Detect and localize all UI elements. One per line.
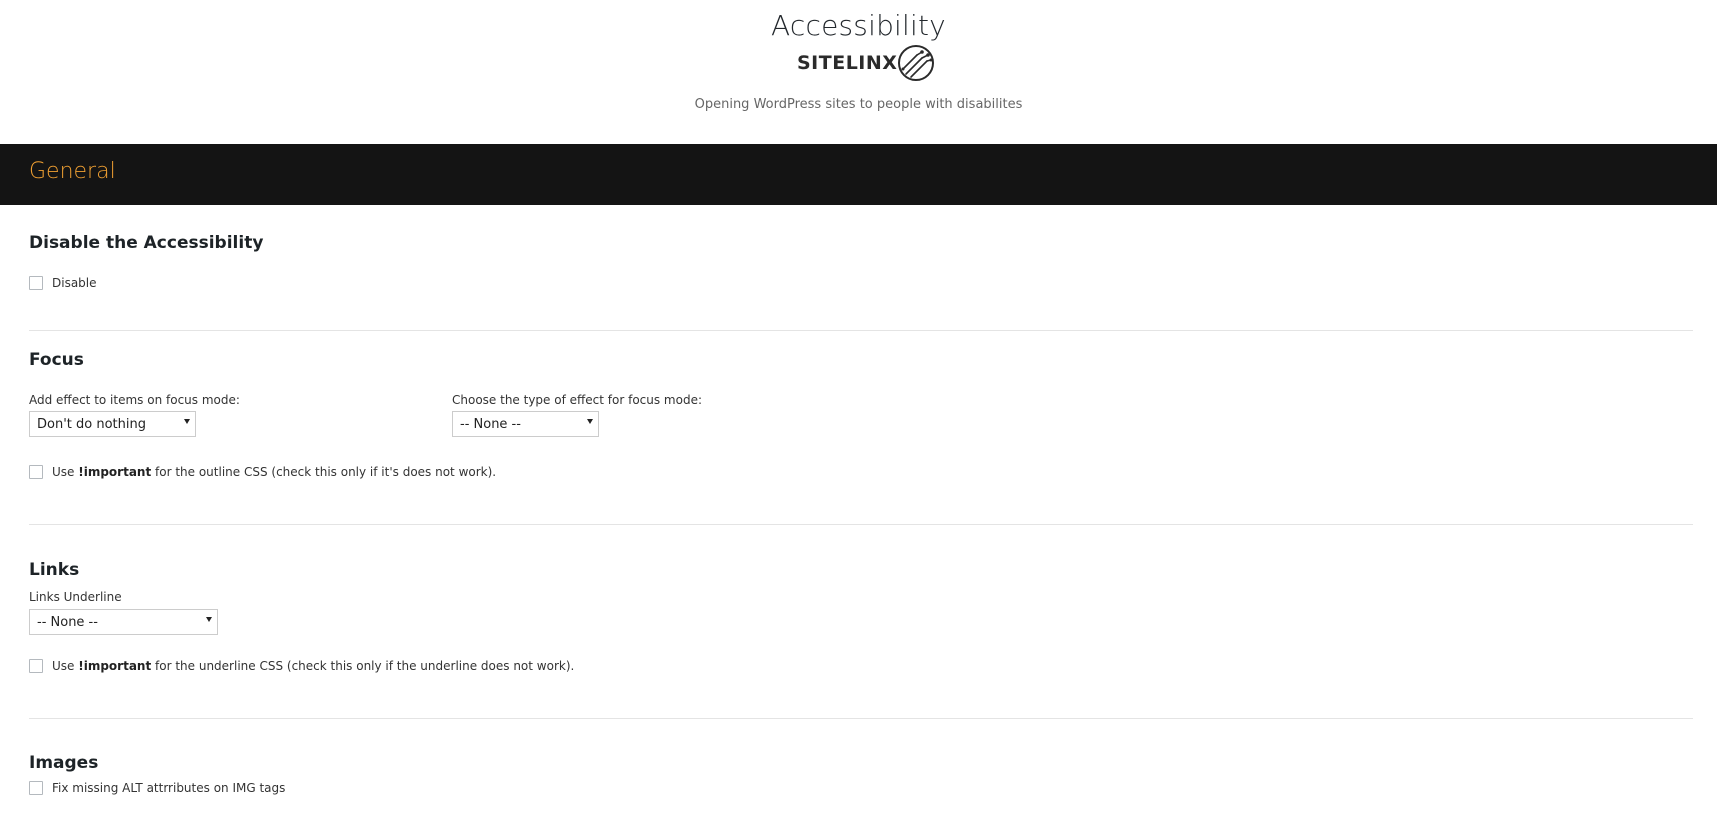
sitelinx-logo: SITELINX <box>797 44 935 82</box>
focus-type-label: Choose the type of effect for focus mode… <box>452 393 703 407</box>
links-underline-select[interactable]: -- None -- <box>29 609 218 635</box>
logo-text: SITELINX <box>797 52 898 74</box>
focus-important-label: Use !important for the outline CSS (chec… <box>52 465 497 479</box>
page-header: Accessibility SITELINX Opening WordPress… <box>0 0 1717 144</box>
focus-effect-label: Add effect to items on focus mode: <box>29 393 240 407</box>
focus-group-title: Focus <box>29 350 84 370</box>
focus-important-option[interactable]: Use !important for the outline CSS (chec… <box>29 465 496 479</box>
focus-type-value: -- None -- <box>460 416 521 432</box>
circuit-globe-icon <box>898 45 935 81</box>
tagline: Opening WordPress sites to people with d… <box>694 97 1023 112</box>
links-group: Links Links Underline -- None -- Use !im… <box>29 525 1693 719</box>
focus-important-checkbox[interactable] <box>29 465 43 479</box>
caret-down-icon <box>184 419 190 424</box>
settings-content: Disable the Accessibility Disable Focus … <box>29 205 1693 819</box>
disable-group-title: Disable the Accessibility <box>29 233 264 253</box>
links-important-label: Use !important for the underline CSS (ch… <box>52 659 575 673</box>
app-title: Accessibility <box>771 9 946 42</box>
section-header-bar: General <box>0 144 1717 205</box>
disable-checkbox-label: Disable <box>52 276 97 290</box>
focus-group: Focus Add effect to items on focus mode:… <box>29 331 1693 525</box>
disable-option[interactable]: Disable <box>29 276 97 290</box>
focus-type-select[interactable]: -- None -- <box>452 411 599 437</box>
links-underline-label: Links Underline <box>29 590 122 604</box>
images-alt-option[interactable]: Fix missing ALT attrributes on IMG tags <box>29 781 285 795</box>
caret-down-icon <box>587 419 593 424</box>
images-group: Images Fix missing ALT attrributes on IM… <box>29 719 1693 819</box>
focus-effect-value: Don't do nothing <box>37 416 146 432</box>
section-title: General <box>29 159 116 184</box>
images-alt-checkbox[interactable] <box>29 781 43 795</box>
links-group-title: Links <box>29 560 80 580</box>
links-underline-value: -- None -- <box>37 614 98 630</box>
images-alt-label: Fix missing ALT attrributes on IMG tags <box>52 781 286 795</box>
links-important-checkbox[interactable] <box>29 659 43 673</box>
disable-group: Disable the Accessibility Disable <box>29 205 1693 331</box>
links-important-option[interactable]: Use !important for the underline CSS (ch… <box>29 659 574 673</box>
caret-down-icon <box>206 617 212 622</box>
images-group-title: Images <box>29 753 99 773</box>
disable-checkbox[interactable] <box>29 276 43 290</box>
focus-effect-select[interactable]: Don't do nothing <box>29 411 196 437</box>
